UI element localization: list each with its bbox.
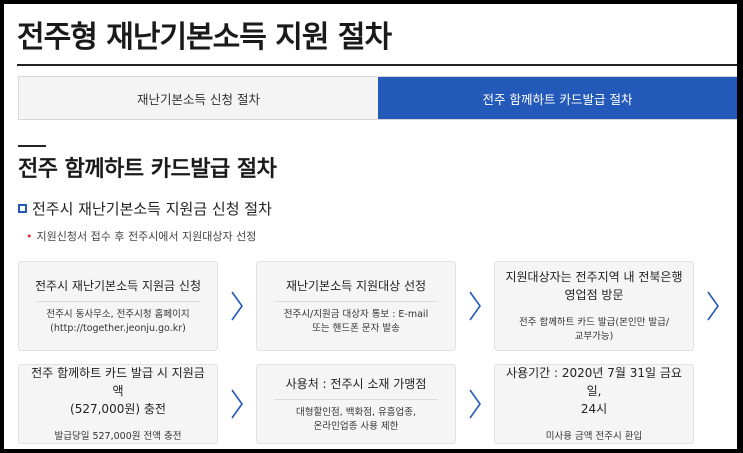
step-body: 전주시/지원금 대상자 통보 : E-mail 또는 핸드폰 문자 발송 [283, 308, 429, 334]
step-heading: 지원대상자는 전주지역 내 전북은행 영업점 방문 [505, 270, 683, 302]
chevron-right-icon [218, 261, 256, 351]
step-card: 사용기간 : 2020년 7월 31일 금요일, 24시 미사용 금액 전주시 … [494, 364, 694, 444]
step-divider [274, 398, 438, 400]
tab-application-procedure[interactable]: 재난기본소득 신청 절차 [19, 77, 378, 119]
steps-row-1: 전주시 재난기본소득 지원금 신청 전주시 동사무소, 전주시청 홈페이지 (h… [18, 261, 737, 351]
step-body: 전주 함께하트 카드 발급(본인만 발급/ 교부가능) [518, 317, 670, 342]
step-body: 발급당일 527,000원 전액 충전 [54, 431, 182, 442]
note-text: 지원신청서 접수 후 전주시에서 지원대상자 선정 [36, 230, 257, 243]
step-heading: 사용기간 : 2020년 7월 31일 금요일, 24시 [506, 366, 682, 416]
step-body: 전주시 동사무소, 전주시청 홈페이지 (http://together.jeo… [46, 308, 190, 334]
content-frame: 전주형 재난기본소득 지원 절차 재난기본소득 신청 절차 전주 함께하트 카드… [4, 4, 737, 449]
sub-title: 전주시 재난기본소득 지원금 신청 절차 [18, 198, 272, 219]
square-bullet-icon [18, 204, 27, 213]
note: • 지원신청서 접수 후 전주시에서 지원대상자 선정 [26, 228, 256, 244]
chevron-right-icon [456, 261, 494, 351]
step-card: 전주시 재난기본소득 지원금 신청 전주시 동사무소, 전주시청 홈페이지 (h… [18, 261, 218, 351]
section-title: 전주 함께하트 카드발급 절차 [18, 157, 277, 182]
steps-row-2: 전주 함께하트 카드 발급 시 지원금액 (527,000원) 충전 발급당일 … [18, 364, 737, 444]
tab-bar: 재난기본소득 신청 절차 전주 함께하트 카드발급 절차 [18, 76, 737, 120]
step-divider [274, 300, 438, 302]
step-card: 전주 함께하트 카드 발급 시 지원금액 (527,000원) 충전 발급당일 … [18, 364, 218, 444]
step-body: 대형할인점, 백화점, 유흥업종, 온라인업종 사용 제한 [296, 406, 416, 432]
step-card: 사용처 : 전주시 소재 가맹점 대형할인점, 백화점, 유흥업종, 온라인업종… [256, 364, 456, 444]
page-title: 전주형 재난기본소득 지원 절차 [17, 20, 392, 55]
section-accent-bar [18, 145, 46, 147]
chevron-right-icon [694, 261, 732, 351]
sub-title-text: 전주시 재난기본소득 지원금 신청 절차 [32, 200, 272, 218]
title-divider [17, 64, 737, 66]
step-card: 지원대상자는 전주지역 내 전북은행 영업점 방문 전주 함께하트 카드 발급(… [494, 261, 694, 351]
step-card: 재난기본소득 지원대상 선정 전주시/지원금 대상자 통보 : E-mail 또… [256, 261, 456, 351]
step-heading: 전주 함께하트 카드 발급 시 지원금액 (527,000원) 충전 [31, 366, 205, 416]
step-divider [36, 300, 200, 302]
tab-card-issuance-procedure[interactable]: 전주 함께하트 카드발급 절차 [378, 77, 737, 119]
step-heading: 사용처 : 전주시 소재 가맹점 [285, 376, 427, 391]
chevron-right-icon [456, 364, 494, 444]
note-bullet-icon: • [26, 230, 33, 243]
chevron-right-icon [218, 364, 256, 444]
step-heading: 재난기본소득 지원대상 선정 [285, 278, 427, 293]
step-heading: 전주시 재난기본소득 지원금 신청 [34, 278, 201, 293]
step-body: 미사용 금액 전주시 환입 [545, 431, 643, 442]
